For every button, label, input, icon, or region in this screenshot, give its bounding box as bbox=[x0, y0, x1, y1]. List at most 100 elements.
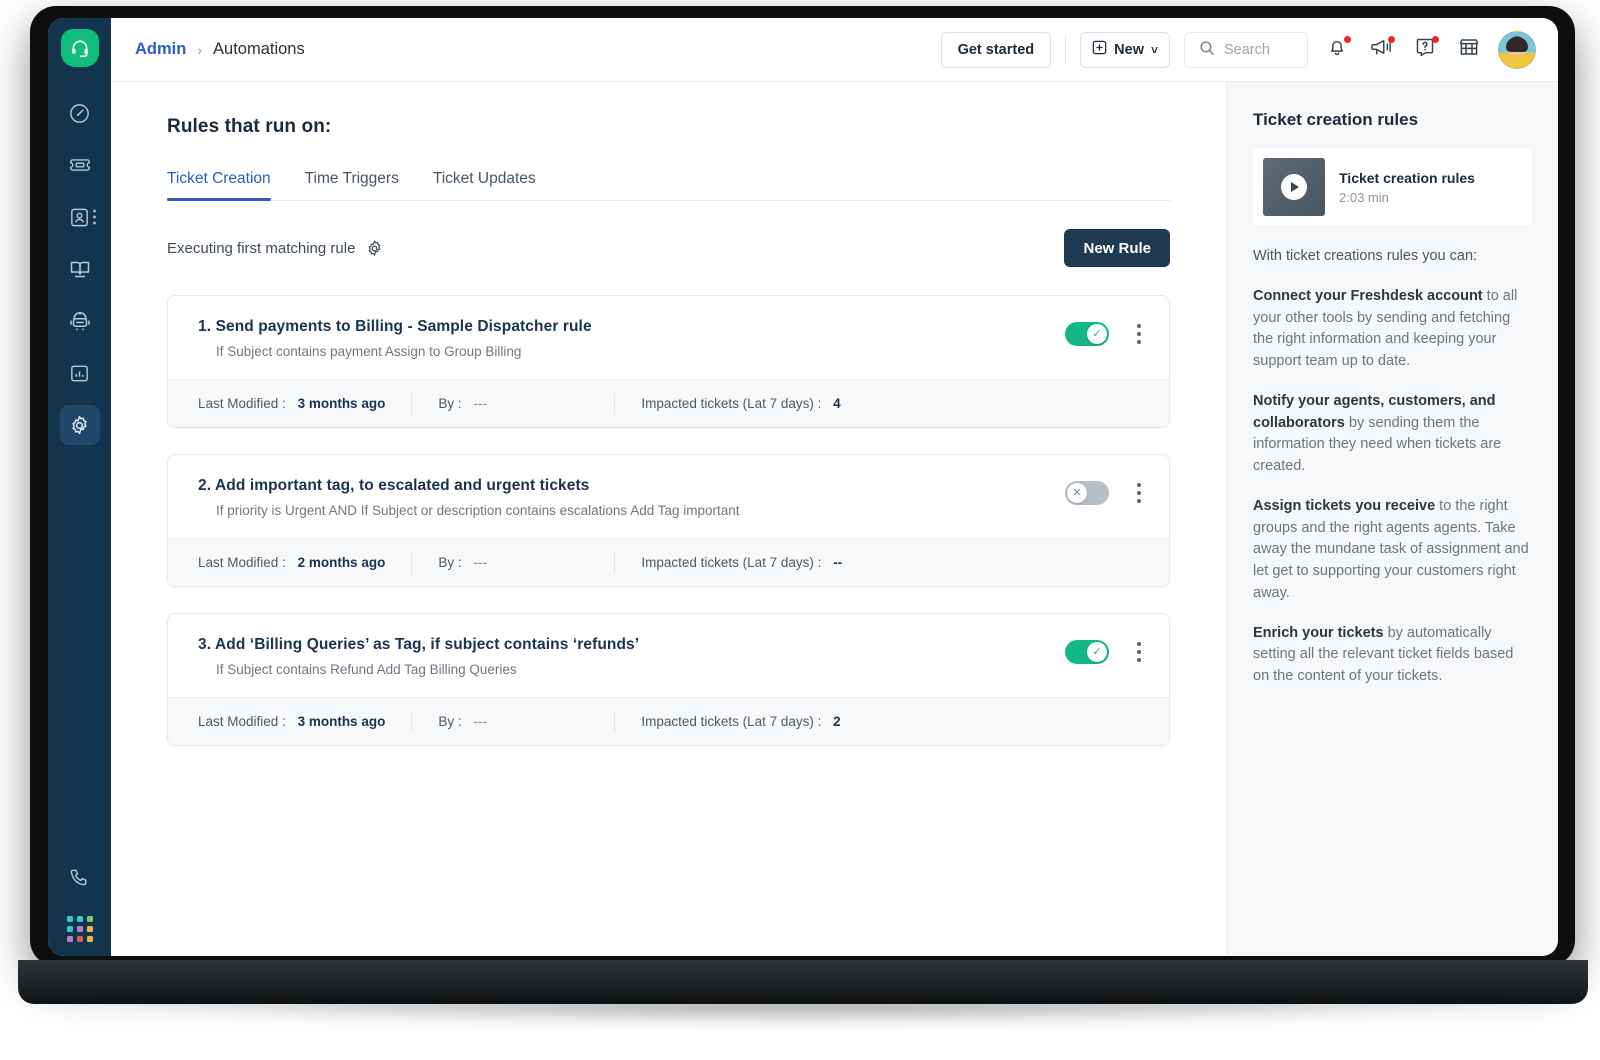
rule-footer: Last Modified : 2 months ago By : --- Impa… bbox=[168, 538, 1169, 586]
last-modified-cell: Last Modified : 3 months ago bbox=[198, 714, 385, 729]
panel-title: Ticket creation rules bbox=[1253, 110, 1419, 129]
get-started-button[interactable]: Get started bbox=[940, 31, 1052, 68]
video-title: Ticket creation rules bbox=[1339, 169, 1475, 186]
notification-badge bbox=[1344, 35, 1351, 43]
contacts-icon bbox=[68, 206, 91, 229]
rule-enable-toggle[interactable]: ✓ bbox=[1065, 322, 1109, 346]
last-modified-cell: Last Modified : 3 months ago bbox=[198, 396, 385, 411]
by-cell: By : --- bbox=[438, 555, 588, 570]
grid-dot-1 bbox=[76, 916, 83, 922]
impacted-label: Impacted tickets (Lat 7 days) : bbox=[641, 396, 822, 411]
rule-enable-toggle[interactable]: ✕ bbox=[1065, 481, 1109, 505]
grid-dot-2 bbox=[86, 916, 93, 922]
chevron-down-icon: ˅ bbox=[1150, 42, 1158, 57]
grid-dot-4 bbox=[76, 926, 83, 932]
left-nav-rail bbox=[48, 18, 111, 956]
grid-dot-0 bbox=[66, 916, 73, 922]
analytics-bar-chart-icon bbox=[68, 362, 91, 385]
by-cell: By : --- bbox=[438, 714, 588, 729]
breadcrumb-admin-link[interactable]: Admin bbox=[135, 40, 186, 59]
app-switcher-grid-icon[interactable] bbox=[66, 916, 93, 942]
video-thumbnail bbox=[1263, 158, 1325, 216]
rule-overflow-menu[interactable] bbox=[1131, 320, 1147, 348]
search-icon bbox=[1199, 40, 1215, 60]
sidebar-item-tickets[interactable] bbox=[60, 145, 100, 185]
rules-toolbar: Executing first matching rule New Rule bbox=[167, 229, 1170, 267]
laptop-shadow bbox=[60, 1000, 1540, 1026]
grid-dot-6 bbox=[66, 936, 73, 942]
rule-title[interactable]: 3. Add ‘Billing Queries’ as Tag, if subj… bbox=[198, 636, 1065, 654]
tab-ticket-updates[interactable]: Ticket Updates bbox=[433, 170, 536, 200]
marketplace-button[interactable] bbox=[1454, 35, 1484, 65]
rule-overflow-menu[interactable] bbox=[1131, 479, 1147, 507]
check-icon: ✓ bbox=[1092, 327, 1102, 340]
impacted-value: -- bbox=[833, 555, 843, 570]
new-button[interactable]: New ˅ bbox=[1080, 31, 1170, 68]
by-label: By : bbox=[438, 555, 462, 570]
tab-time-triggers[interactable]: Time Triggers bbox=[305, 170, 399, 200]
help-button[interactable] bbox=[1410, 35, 1440, 65]
rule-description: If Subject contains payment Assign to Gr… bbox=[216, 344, 522, 359]
rule-text: 1. Send payments to Billing - Sample Dis… bbox=[198, 318, 1065, 359]
rule-name: Add important tag, to escalated and urge… bbox=[214, 477, 590, 494]
automations-content: Rules that run on: Ticket Creation Time T… bbox=[111, 82, 1226, 956]
avatar[interactable] bbox=[1498, 30, 1536, 69]
panel-paragraphs: Connect your Freshdesk account to all yo… bbox=[1253, 286, 1532, 688]
help-side-panel: Ticket creation rules Ticket creation ru… bbox=[1226, 82, 1558, 956]
headset-logo-icon[interactable] bbox=[60, 29, 99, 67]
page-title: Rules that run on: bbox=[167, 116, 332, 137]
new-rule-button[interactable]: New Rule bbox=[1064, 229, 1170, 267]
impacted-cell: Impacted tickets (Lat 7 days) : 2 bbox=[641, 714, 840, 729]
panel-paragraph-highlight: Assign tickets you receive bbox=[1253, 497, 1436, 514]
breadcrumb-current: Automations bbox=[213, 40, 305, 58]
last-modified-value: 2 months ago bbox=[297, 555, 386, 570]
sidebar-item-analytics[interactable] bbox=[60, 353, 100, 393]
rule-actions: ✕ bbox=[1065, 477, 1147, 507]
footer-divider bbox=[614, 710, 616, 733]
sidebar-item-admin[interactable] bbox=[59, 405, 100, 445]
announcement-badge bbox=[1388, 35, 1395, 43]
rule-header: 2. Add important tag, to escalated and u… bbox=[168, 455, 1169, 538]
impacted-label: Impacted tickets (Lat 7 days) : bbox=[641, 555, 822, 570]
rule-name: Send payments to Billing - Sample Dispat… bbox=[215, 318, 592, 335]
sidebar-item-dashboard[interactable] bbox=[60, 93, 100, 133]
rule-enable-toggle[interactable]: ✓ bbox=[1065, 640, 1109, 664]
new-button-label: New bbox=[1114, 41, 1144, 58]
video-card[interactable]: Ticket creation rules 2:03 min bbox=[1253, 148, 1532, 226]
search-input[interactable]: Search bbox=[1184, 31, 1308, 68]
by-label: By : bbox=[438, 714, 462, 729]
main-column: Admin › Automations Get started New ˅ Se… bbox=[111, 18, 1558, 956]
impacted-cell: Impacted tickets (Lat 7 days) : -- bbox=[641, 555, 842, 570]
play-icon[interactable] bbox=[1281, 174, 1307, 200]
notifications-button[interactable] bbox=[1322, 35, 1352, 65]
footer-divider bbox=[411, 392, 413, 415]
phone-icon[interactable] bbox=[68, 866, 91, 894]
rule-title[interactable]: 2. Add important tag, to escalated and u… bbox=[198, 477, 1065, 495]
toggle-knob: ✕ bbox=[1067, 483, 1087, 503]
rule-overflow-menu[interactable] bbox=[1131, 638, 1147, 666]
panel-paragraph-highlight: Enrich your tickets bbox=[1253, 624, 1384, 641]
tab-ticket-creation[interactable]: Ticket Creation bbox=[167, 170, 271, 201]
rule-footer: Last Modified : 3 months ago By : --- Impa… bbox=[168, 697, 1169, 745]
sidebar-item-solutions[interactable] bbox=[60, 249, 100, 289]
impacted-value: 2 bbox=[833, 714, 841, 729]
marketplace-store-icon bbox=[1457, 35, 1481, 64]
top-header-bar: Admin › Automations Get started New ˅ Se… bbox=[111, 18, 1558, 82]
gear-icon[interactable] bbox=[365, 239, 384, 258]
rail-overflow-menu[interactable] bbox=[92, 209, 96, 225]
help-badge bbox=[1432, 35, 1439, 43]
rule-title[interactable]: 1. Send payments to Billing - Sample Dis… bbox=[198, 318, 1065, 336]
by-cell: By : --- bbox=[438, 396, 588, 411]
sidebar-item-contacts[interactable] bbox=[60, 197, 100, 237]
last-modified-value: 3 months ago bbox=[297, 396, 386, 411]
toggle-knob: ✓ bbox=[1087, 324, 1107, 344]
rule-header: 1. Send payments to Billing - Sample Dis… bbox=[168, 296, 1169, 379]
video-duration: 2:03 min bbox=[1339, 189, 1389, 205]
laptop-base bbox=[18, 960, 1588, 1004]
rule-text: 2. Add important tag, to escalated and u… bbox=[198, 477, 1065, 518]
rule-index: 2. bbox=[198, 477, 212, 494]
footer-divider bbox=[411, 710, 413, 733]
announcements-button[interactable] bbox=[1366, 35, 1396, 65]
grid-dot-5 bbox=[86, 926, 93, 932]
sidebar-item-bots[interactable] bbox=[60, 301, 100, 341]
